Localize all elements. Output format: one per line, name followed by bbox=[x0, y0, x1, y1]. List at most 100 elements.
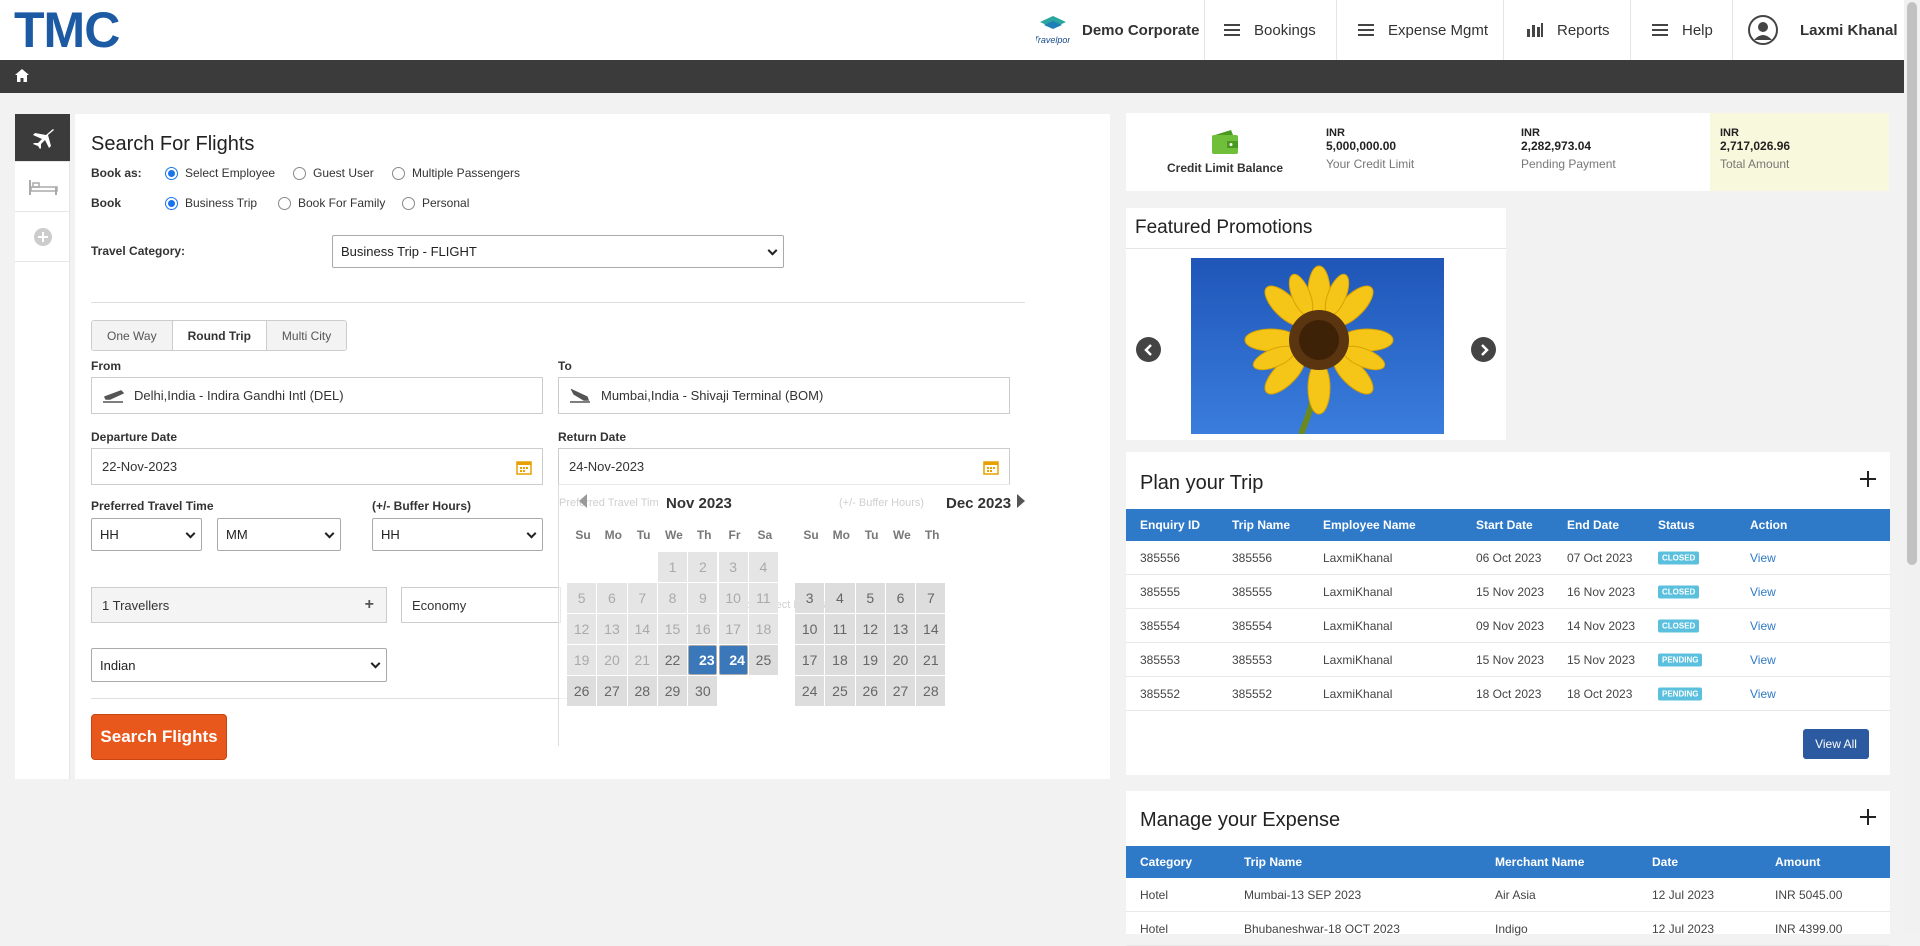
calendar-day[interactable]: 18 bbox=[748, 614, 779, 644]
calendar-day[interactable]: 25 bbox=[825, 676, 855, 706]
view-link[interactable]: View bbox=[1750, 585, 1776, 599]
calendar-day[interactable]: 15 bbox=[657, 614, 688, 644]
tab-hotel[interactable] bbox=[15, 162, 70, 212]
calendar-day[interactable]: 26 bbox=[567, 676, 597, 706]
calendar-day[interactable]: 4 bbox=[748, 552, 779, 582]
home-icon[interactable] bbox=[15, 69, 29, 82]
calendar-day[interactable]: 20 bbox=[885, 645, 916, 675]
calendar-day[interactable]: 5 bbox=[567, 583, 597, 613]
tab-add[interactable] bbox=[15, 212, 70, 262]
calendar-day[interactable]: 16 bbox=[688, 614, 718, 644]
travel-category-select[interactable]: Business Trip - FLIGHT bbox=[332, 235, 784, 268]
calendar-day[interactable]: 28 bbox=[916, 676, 946, 706]
cabin-class-input[interactable]: Economy bbox=[401, 587, 561, 623]
calendar-day[interactable]: 25 bbox=[748, 645, 779, 675]
plus-icon[interactable]: + bbox=[365, 596, 374, 614]
nav-expense-mgmt[interactable]: Expense Mgmt bbox=[1338, 0, 1504, 60]
calendar-day[interactable]: 11 bbox=[748, 583, 779, 613]
user-menu[interactable]: Laxmi Khanal bbox=[1734, 0, 1904, 60]
calendar-day[interactable]: 24 bbox=[795, 676, 825, 706]
hour-select[interactable]: HH bbox=[91, 518, 202, 551]
buffer-hour-select[interactable]: HH bbox=[372, 518, 543, 551]
radio-select-employee[interactable]: Select Employee bbox=[165, 166, 275, 180]
calendar-day[interactable]: 7 bbox=[627, 583, 657, 613]
calendar-icon[interactable] bbox=[983, 459, 999, 475]
calendar-day[interactable]: 6 bbox=[885, 583, 916, 613]
tab-round-trip[interactable]: Round Trip bbox=[172, 321, 267, 350]
nav-bookings[interactable]: Bookings bbox=[1206, 0, 1337, 60]
minute-select[interactable]: MM bbox=[217, 518, 341, 551]
radio-personal[interactable]: Personal bbox=[402, 196, 469, 210]
view-link[interactable]: View bbox=[1750, 653, 1776, 667]
calendar-day[interactable]: 13 bbox=[885, 614, 916, 644]
radio-book-for-family[interactable]: Book For Family bbox=[278, 196, 385, 210]
calendar-day[interactable]: 27 bbox=[597, 676, 627, 706]
calendar-day[interactable]: 7 bbox=[916, 583, 946, 613]
calendar-icon[interactable] bbox=[516, 459, 532, 475]
calendar-day[interactable]: 9 bbox=[688, 583, 718, 613]
radio-business-trip[interactable]: Business Trip bbox=[165, 196, 257, 210]
calendar-day[interactable]: 14 bbox=[627, 614, 657, 644]
table-row[interactable]: Hotel Mumbai-13 SEP 2023 Air Asia 12 Jul 20… bbox=[1126, 878, 1890, 912]
tmc-logo[interactable]: TMC bbox=[14, 4, 120, 56]
search-flights-button[interactable]: Search Flights bbox=[91, 714, 227, 760]
tab-flight[interactable] bbox=[15, 114, 70, 162]
calendar-day[interactable]: 11 bbox=[825, 614, 855, 644]
view-link[interactable]: View bbox=[1750, 551, 1776, 565]
table-row[interactable]: Hotel Bhubaneshwar-18 OCT 2023 Indigo 12 Ju… bbox=[1126, 912, 1890, 946]
sunflower-promo-image[interactable] bbox=[1191, 258, 1444, 434]
calendar-day[interactable]: 23 bbox=[688, 645, 718, 675]
calendar-day[interactable]: 13 bbox=[597, 614, 627, 644]
carousel-next-button[interactable] bbox=[1471, 337, 1496, 362]
tab-multi-city[interactable]: Multi City bbox=[266, 321, 347, 350]
view-link[interactable]: View bbox=[1750, 687, 1776, 701]
radio-guest-user[interactable]: Guest User bbox=[293, 166, 374, 180]
departure-date-input[interactable]: 22-Nov-2023 bbox=[91, 448, 543, 485]
calendar-day[interactable]: 3 bbox=[718, 552, 748, 582]
calendar-day[interactable]: 28 bbox=[627, 676, 657, 706]
calendar-day[interactable]: 30 bbox=[688, 676, 718, 706]
page-scrollbar-thumb[interactable] bbox=[1907, 2, 1917, 565]
calendar-day[interactable]: 18 bbox=[825, 645, 855, 675]
calendar-day[interactable]: 10 bbox=[795, 614, 825, 644]
calendar-day[interactable]: 17 bbox=[795, 645, 825, 675]
calendar-day[interactable]: 3 bbox=[795, 583, 825, 613]
add-expense-plus-icon[interactable] bbox=[1860, 809, 1876, 825]
calendar-day[interactable]: 10 bbox=[718, 583, 748, 613]
calendar-day[interactable]: 20 bbox=[597, 645, 627, 675]
carousel-prev-button[interactable] bbox=[1136, 337, 1161, 362]
calendar-day[interactable]: 21 bbox=[627, 645, 657, 675]
calendar-day[interactable]: 1 bbox=[657, 552, 688, 582]
calendar-day[interactable]: 2 bbox=[688, 552, 718, 582]
radio-multiple-passengers[interactable]: Multiple Passengers bbox=[392, 166, 520, 180]
calendar-day[interactable]: 19 bbox=[855, 645, 885, 675]
calendar-day[interactable]: 26 bbox=[855, 676, 885, 706]
from-input[interactable]: Delhi,India - Indira Gandhi Intl (DEL) bbox=[91, 377, 543, 414]
view-all-button[interactable]: View All bbox=[1803, 729, 1869, 759]
calendar-day[interactable]: 12 bbox=[567, 614, 597, 644]
prev-month-arrow[interactable] bbox=[579, 494, 587, 508]
add-trip-plus-icon[interactable] bbox=[1860, 471, 1876, 487]
calendar-day[interactable]: 4 bbox=[825, 583, 855, 613]
calendar-day[interactable]: 27 bbox=[885, 676, 916, 706]
calendar-day[interactable]: 29 bbox=[657, 676, 688, 706]
nav-reports[interactable]: Reports bbox=[1505, 0, 1631, 60]
tab-one-way[interactable]: One Way bbox=[92, 321, 173, 350]
calendar-day[interactable]: 5 bbox=[855, 583, 885, 613]
next-month-arrow[interactable] bbox=[1017, 494, 1025, 508]
return-date-input[interactable]: 24-Nov-2023 bbox=[558, 448, 1010, 485]
calendar-day[interactable]: 14 bbox=[916, 614, 946, 644]
travellers-input[interactable]: 1 Travellers + bbox=[91, 587, 387, 623]
to-input[interactable]: Mumbai,India - Shivaji Terminal (BOM) bbox=[558, 377, 1010, 414]
calendar-day[interactable]: 22 bbox=[657, 645, 688, 675]
calendar-day[interactable]: 24 bbox=[718, 645, 748, 675]
nav-help[interactable]: Help bbox=[1632, 0, 1733, 60]
calendar-day[interactable]: 12 bbox=[855, 614, 885, 644]
calendar-day[interactable]: 21 bbox=[916, 645, 946, 675]
calendar-day[interactable]: 6 bbox=[597, 583, 627, 613]
calendar-day[interactable]: 8 bbox=[657, 583, 688, 613]
nationality-select[interactable]: Indian bbox=[91, 648, 387, 682]
calendar-day[interactable]: 19 bbox=[567, 645, 597, 675]
view-link[interactable]: View bbox=[1750, 619, 1776, 633]
calendar-day[interactable]: 17 bbox=[718, 614, 748, 644]
